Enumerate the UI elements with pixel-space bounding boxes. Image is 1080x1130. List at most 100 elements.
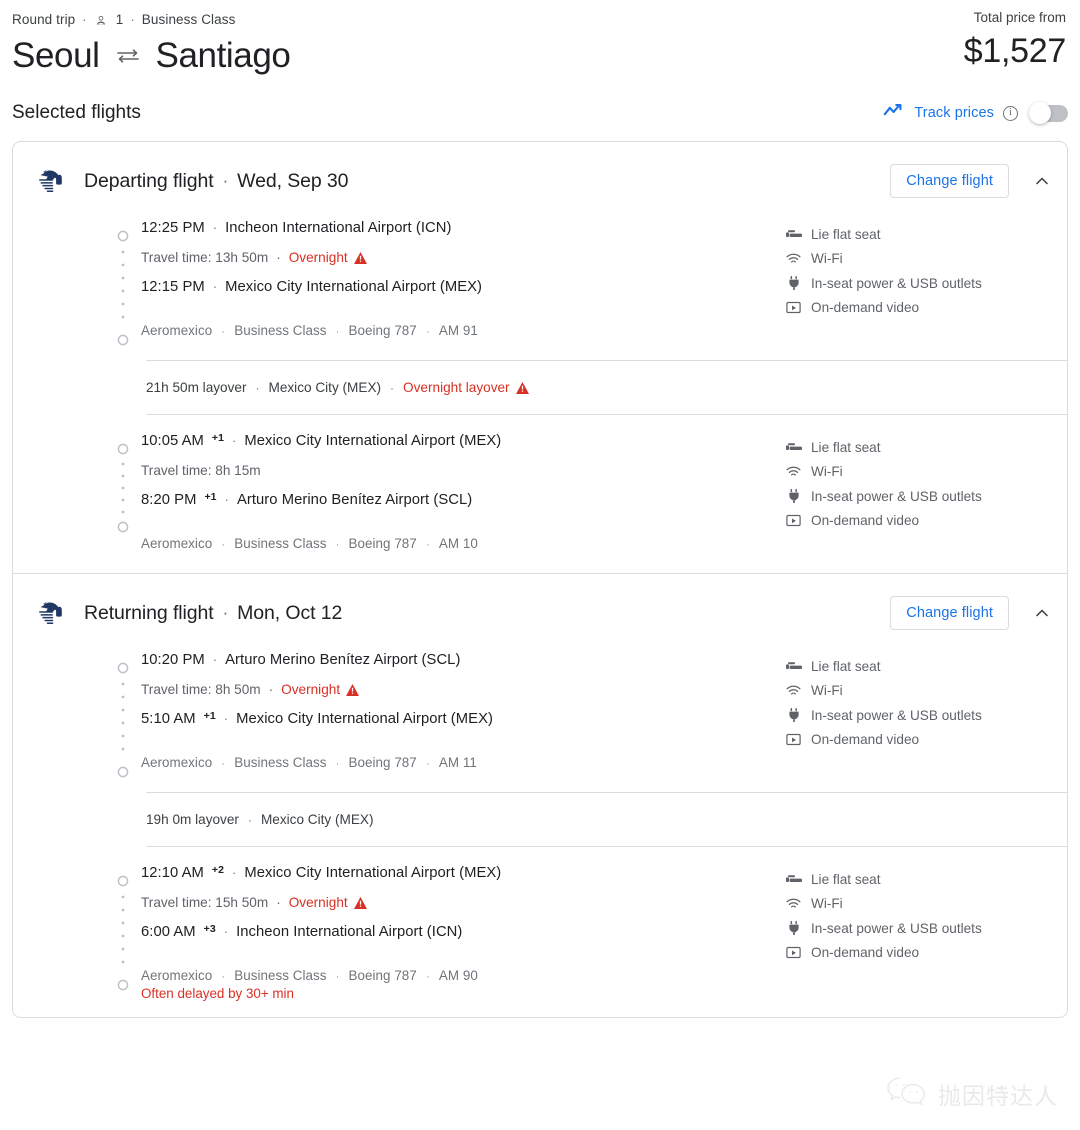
travel-time-label: Travel time: 15h 50m bbox=[141, 895, 269, 910]
amenity-row: On-demand video bbox=[785, 509, 1053, 534]
segment-cabin: Business Class bbox=[234, 968, 327, 983]
leg-title: Returning flight · Mon, Oct 12 bbox=[84, 602, 342, 625]
departure-airport: Incheon International Airport (ICN) bbox=[225, 220, 452, 236]
departure-airport: Mexico City International Airport (MEX) bbox=[244, 433, 502, 449]
segment-departure: 10:05 AM +1 · Mexico City International … bbox=[141, 432, 785, 449]
departure-day-offset: +2 bbox=[211, 864, 224, 877]
change-flight-button[interactable]: Change flight bbox=[890, 596, 1009, 630]
segment-cabin: Business Class bbox=[234, 536, 327, 551]
sep: · bbox=[221, 968, 226, 983]
wifi-icon bbox=[785, 466, 802, 478]
chevron-up-icon[interactable] bbox=[1031, 602, 1053, 624]
selected-flights-title: Selected flights bbox=[12, 102, 141, 123]
arrival-day-offset: +1 bbox=[203, 710, 216, 723]
trip-type-label: Round trip bbox=[12, 12, 76, 27]
arrival-time: 8:20 PM bbox=[141, 492, 197, 508]
flight-segment: 10:05 AM +1 · Mexico City International … bbox=[13, 415, 1067, 573]
amenity-label: Wi-Fi bbox=[811, 464, 843, 480]
total-price-block: Total price from $1,527 bbox=[964, 10, 1067, 71]
amenity-row: In-seat power & USB outlets bbox=[785, 703, 1053, 728]
wifi-icon bbox=[785, 685, 802, 697]
amenity-row: Wi-Fi bbox=[785, 892, 1053, 917]
amenity-row: Wi-Fi bbox=[785, 679, 1053, 704]
segment-details: 12:25 PM · Incheon International Airport… bbox=[117, 220, 785, 360]
leg-title: Departing flight · Wed, Sep 30 bbox=[84, 169, 349, 193]
power-outlet-icon bbox=[785, 489, 802, 504]
operator-name: Aeromexico bbox=[141, 968, 213, 983]
amenity-row: In-seat power & USB outlets bbox=[785, 916, 1053, 941]
amenity-row: Lie flat seat bbox=[785, 654, 1053, 679]
sep: · bbox=[425, 968, 430, 983]
sep: · bbox=[232, 433, 237, 448]
arrival-airport: Incheon International Airport (ICN) bbox=[236, 924, 463, 940]
travel-time-label: Travel time: 13h 50m bbox=[141, 250, 269, 265]
segment-amenities: Lie flat seat Wi-Fi In-seat power & USB … bbox=[785, 220, 1053, 360]
change-flight-button[interactable]: Change flight bbox=[890, 164, 1009, 198]
lie-flat-seat-icon bbox=[785, 873, 802, 885]
track-prices-control[interactable]: Track prices i bbox=[883, 102, 1068, 124]
on-demand-video-icon bbox=[785, 514, 802, 527]
amenity-row: Lie flat seat bbox=[785, 867, 1053, 892]
amenity-label: In-seat power & USB outlets bbox=[811, 488, 982, 504]
flight-leg-returning: Returning flight · Mon, Oct 12 Change fl… bbox=[13, 573, 1067, 1017]
layover-row: 21h 50m layover · Mexico City (MEX) · Ov… bbox=[13, 361, 1067, 414]
info-icon[interactable]: i bbox=[1003, 105, 1018, 121]
amenity-label: Wi-Fi bbox=[811, 683, 843, 699]
leg-name: Departing flight bbox=[84, 169, 214, 192]
track-prices-toggle[interactable] bbox=[1029, 102, 1068, 124]
destination-city: Santiago bbox=[155, 36, 291, 75]
sep: · bbox=[212, 279, 218, 294]
page-header: Round trip · 1 · Business Class Seoul Sa… bbox=[0, 0, 1080, 76]
amenity-row: Wi-Fi bbox=[785, 247, 1053, 272]
segment-arrival: 12:15 PM · Mexico City International Air… bbox=[141, 279, 785, 295]
segment-departure: 12:25 PM · Incheon International Airport… bbox=[141, 220, 785, 236]
sep: · bbox=[268, 682, 274, 697]
amenity-label: Lie flat seat bbox=[811, 871, 881, 887]
arrival-airport: Mexico City International Airport (MEX) bbox=[236, 711, 493, 727]
departure-time: 12:25 PM bbox=[141, 220, 205, 236]
sep: · bbox=[223, 924, 229, 939]
leg-title-separator: · bbox=[222, 603, 229, 622]
amenity-label: Wi-Fi bbox=[811, 251, 843, 267]
aircraft-type: Boeing 787 bbox=[348, 755, 417, 770]
warning-triangle-icon bbox=[353, 251, 367, 264]
amenity-row: On-demand video bbox=[785, 941, 1053, 966]
route-title: Seoul Santiago bbox=[12, 36, 1068, 76]
sep: · bbox=[335, 755, 340, 770]
aeromexico-logo bbox=[31, 161, 71, 201]
segment-operator-line: Aeromexico · Business Class · Boeing 787… bbox=[141, 323, 785, 338]
aircraft-type: Boeing 787 bbox=[348, 536, 417, 551]
delay-warning-note: Often delayed by 30+ min bbox=[141, 986, 294, 1001]
segment-travel-time: Travel time: 8h 15m bbox=[141, 463, 785, 478]
segment-operator-line: Aeromexico · Business Class · Boeing 787… bbox=[141, 755, 785, 770]
overnight-label: Overnight bbox=[288, 895, 348, 910]
cabin-class-label: Business Class bbox=[141, 12, 236, 27]
segment-rail-icon bbox=[117, 662, 129, 783]
overnight-warning: Overnight bbox=[281, 682, 360, 697]
leg-date: Mon, Oct 12 bbox=[237, 601, 343, 624]
departure-airport: Mexico City International Airport (MEX) bbox=[244, 865, 502, 881]
aeromexico-logo bbox=[31, 593, 71, 633]
trip-meta: Round trip · 1 · Business Class bbox=[12, 12, 1068, 27]
sep: · bbox=[224, 492, 229, 507]
flight-segment: 12:10 AM +2 · Mexico City International … bbox=[13, 847, 1067, 1017]
amenity-label: On-demand video bbox=[811, 945, 920, 961]
track-prices-label[interactable]: Track prices bbox=[914, 105, 994, 121]
on-demand-video-icon bbox=[785, 946, 802, 959]
departure-time: 10:20 PM bbox=[141, 652, 205, 668]
amenity-row: Lie flat seat bbox=[785, 222, 1053, 247]
sep: · bbox=[247, 812, 252, 827]
arrival-day-offset: +3 bbox=[203, 923, 216, 936]
overnight-warning: Overnight bbox=[289, 250, 367, 265]
flight-leg-departing: Departing flight · Wed, Sep 30 Change fl… bbox=[13, 142, 1067, 573]
person-icon bbox=[94, 13, 108, 27]
wechat-icon bbox=[886, 1075, 928, 1112]
amenity-label: Wi-Fi bbox=[811, 896, 843, 912]
segment-cabin: Business Class bbox=[234, 323, 327, 338]
departure-day-offset: +1 bbox=[211, 432, 224, 445]
trending-chart-icon bbox=[883, 103, 905, 124]
chevron-up-icon[interactable] bbox=[1031, 170, 1053, 192]
power-outlet-icon bbox=[785, 921, 802, 936]
segment-operator-line: Aeromexico · Business Class · Boeing 787… bbox=[141, 968, 785, 983]
flight-segment: 10:20 PM · Arturo Merino Benítez Airport… bbox=[13, 652, 1067, 792]
